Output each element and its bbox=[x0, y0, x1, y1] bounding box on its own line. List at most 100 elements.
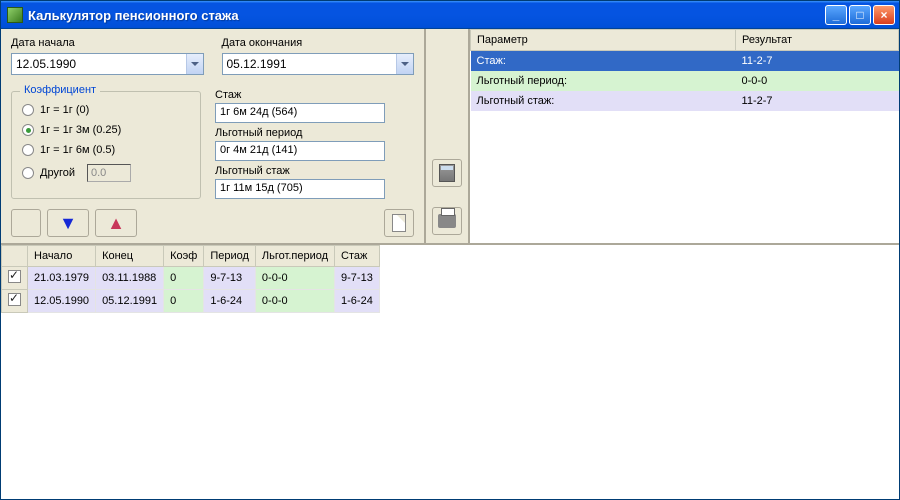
check-icon bbox=[8, 293, 21, 306]
coef-option-1[interactable]: 1г = 1г 3м (0.25) bbox=[22, 124, 190, 136]
coef-option-other[interactable]: Другой bbox=[22, 164, 190, 182]
records-grid: Начало Конец Коэф Период Льгот.период Ст… bbox=[1, 245, 380, 313]
grid-header-row: Начало Конец Коэф Период Льгот.период Ст… bbox=[2, 246, 380, 267]
app-window: Калькулятор пенсионного стажа _ □ × Дата… bbox=[0, 0, 900, 500]
upper-pane: Дата начала 12.05.1990 Дата окончания 05… bbox=[1, 29, 899, 245]
end-date-value: 05.12.1991 bbox=[227, 57, 397, 71]
move-up-button[interactable]: ▲ bbox=[95, 209, 137, 237]
summary-result: 11-2-7 bbox=[736, 51, 899, 72]
cell-stazh: 9-7-13 bbox=[335, 267, 380, 290]
radio-icon bbox=[22, 104, 34, 116]
arrow-up-icon: ▲ bbox=[107, 213, 125, 234]
cell-lgp: 0-0-0 bbox=[255, 290, 334, 313]
summary-row[interactable]: Льготный стаж: 11-2-7 bbox=[471, 91, 899, 111]
stazh-label: Стаж bbox=[215, 89, 414, 101]
cell-end: 05.12.1991 bbox=[96, 290, 164, 313]
start-date-value: 12.05.1990 bbox=[16, 57, 186, 71]
col-period: Период bbox=[204, 246, 256, 267]
lgs-label: Льготный стаж bbox=[215, 165, 414, 177]
coef-option-label: Другой bbox=[40, 167, 75, 179]
coef-option-label: 1г = 1г (0) bbox=[40, 104, 89, 116]
app-icon bbox=[7, 7, 23, 23]
radio-icon bbox=[22, 167, 34, 179]
coefficient-radios: 1г = 1г (0) 1г = 1г 3м (0.25) 1г = 1г 6м… bbox=[22, 104, 190, 182]
print-button[interactable] bbox=[432, 207, 462, 235]
records-panel: Начало Конец Коэф Период Льгот.период Ст… bbox=[1, 245, 899, 499]
cell-coef: 0 bbox=[164, 267, 204, 290]
coef-other-input[interactable] bbox=[87, 164, 131, 182]
cell-start: 12.05.1990 bbox=[28, 290, 96, 313]
calculator-icon bbox=[439, 164, 455, 182]
col-result: Результат bbox=[736, 30, 899, 51]
start-date-label: Дата начала bbox=[11, 37, 204, 49]
arrow-down-icon: ▼ bbox=[59, 213, 77, 234]
coefficient-fieldset: Коэффициент 1г = 1г (0) 1г = 1г 3м (0.25… bbox=[11, 91, 201, 199]
row-checkbox[interactable] bbox=[2, 267, 28, 290]
check-icon bbox=[8, 270, 21, 283]
cell-period: 1-6-24 bbox=[204, 290, 256, 313]
col-start: Начало bbox=[28, 246, 96, 267]
col-coef: Коэф bbox=[164, 246, 204, 267]
col-check bbox=[2, 246, 28, 267]
col-end: Конец bbox=[96, 246, 164, 267]
printer-icon bbox=[438, 214, 456, 228]
start-date-combo[interactable]: 12.05.1990 bbox=[11, 53, 204, 75]
radio-icon bbox=[22, 144, 34, 156]
new-doc-button[interactable] bbox=[384, 209, 414, 237]
title-bar: Калькулятор пенсионного стажа _ □ × bbox=[1, 1, 899, 29]
computed-results: Стаж 1г 6м 24д (564) Льготный период 0г … bbox=[215, 85, 414, 199]
mid-row: Коэффициент 1г = 1г (0) 1г = 1г 3м (0.25… bbox=[11, 85, 414, 199]
summary-panel: Параметр Результат Стаж: 11-2-7 Льготный… bbox=[470, 29, 899, 243]
date-row: Дата начала 12.05.1990 Дата окончания 05… bbox=[11, 37, 414, 75]
document-icon bbox=[392, 214, 406, 232]
radio-icon bbox=[22, 124, 34, 136]
cell-end: 03.11.1988 bbox=[96, 267, 164, 290]
maximize-button[interactable]: □ bbox=[849, 5, 871, 25]
col-param: Параметр bbox=[471, 30, 736, 51]
col-stazh: Стаж bbox=[335, 246, 380, 267]
cell-coef: 0 bbox=[164, 290, 204, 313]
input-panel: Дата начала 12.05.1990 Дата окончания 05… bbox=[1, 29, 426, 243]
window-title: Калькулятор пенсионного стажа bbox=[28, 8, 825, 23]
calculate-button[interactable] bbox=[432, 159, 462, 187]
window-buttons: _ □ × bbox=[825, 5, 895, 25]
col-lgp: Льгот.период bbox=[255, 246, 334, 267]
coefficient-legend: Коэффициент bbox=[20, 84, 100, 96]
lgp-label: Льготный период bbox=[215, 127, 414, 139]
end-date-combo[interactable]: 05.12.1991 bbox=[222, 53, 415, 75]
stazh-value: 1г 6м 24д (564) bbox=[215, 103, 385, 123]
lgp-value: 0г 4м 21д (141) bbox=[215, 141, 385, 161]
start-date-group: Дата начала 12.05.1990 bbox=[11, 37, 204, 75]
coef-option-label: 1г = 1г 6м (0.5) bbox=[40, 144, 115, 156]
summary-result: 0-0-0 bbox=[736, 71, 899, 91]
coef-option-label: 1г = 1г 3м (0.25) bbox=[40, 124, 121, 136]
client-area: Дата начала 12.05.1990 Дата окончания 05… bbox=[1, 29, 899, 499]
grid-row[interactable]: 12.05.1990 05.12.1991 0 1-6-24 0-0-0 1-6… bbox=[2, 290, 380, 313]
coef-option-0[interactable]: 1г = 1г (0) bbox=[22, 104, 190, 116]
summary-param: Стаж: bbox=[471, 51, 736, 72]
end-date-label: Дата окончания bbox=[222, 37, 415, 49]
cell-stazh: 1-6-24 bbox=[335, 290, 380, 313]
summary-row[interactable]: Льготный период: 0-0-0 bbox=[471, 71, 899, 91]
toolbar: ▼ ▲ bbox=[11, 209, 414, 237]
move-down-button[interactable]: ▼ bbox=[47, 209, 89, 237]
cell-period: 9-7-13 bbox=[204, 267, 256, 290]
summary-result: 11-2-7 bbox=[736, 91, 899, 111]
summary-header-row: Параметр Результат bbox=[471, 30, 899, 51]
lgs-value: 1г 11м 15д (705) bbox=[215, 179, 385, 199]
coef-option-2[interactable]: 1г = 1г 6м (0.5) bbox=[22, 144, 190, 156]
summary-row[interactable]: Стаж: 11-2-7 bbox=[471, 51, 899, 72]
blank-button[interactable] bbox=[11, 209, 41, 237]
row-checkbox[interactable] bbox=[2, 290, 28, 313]
cell-lgp: 0-0-0 bbox=[255, 267, 334, 290]
chevron-down-icon[interactable] bbox=[396, 54, 413, 74]
minimize-button[interactable]: _ bbox=[825, 5, 847, 25]
grid-row[interactable]: 21.03.1979 03.11.1988 0 9-7-13 0-0-0 9-7… bbox=[2, 267, 380, 290]
cell-start: 21.03.1979 bbox=[28, 267, 96, 290]
summary-param: Льготный период: bbox=[471, 71, 736, 91]
close-button[interactable]: × bbox=[873, 5, 895, 25]
summary-param: Льготный стаж: bbox=[471, 91, 736, 111]
center-buttons bbox=[426, 29, 470, 243]
summary-table: Параметр Результат Стаж: 11-2-7 Льготный… bbox=[470, 29, 899, 111]
chevron-down-icon[interactable] bbox=[186, 54, 203, 74]
